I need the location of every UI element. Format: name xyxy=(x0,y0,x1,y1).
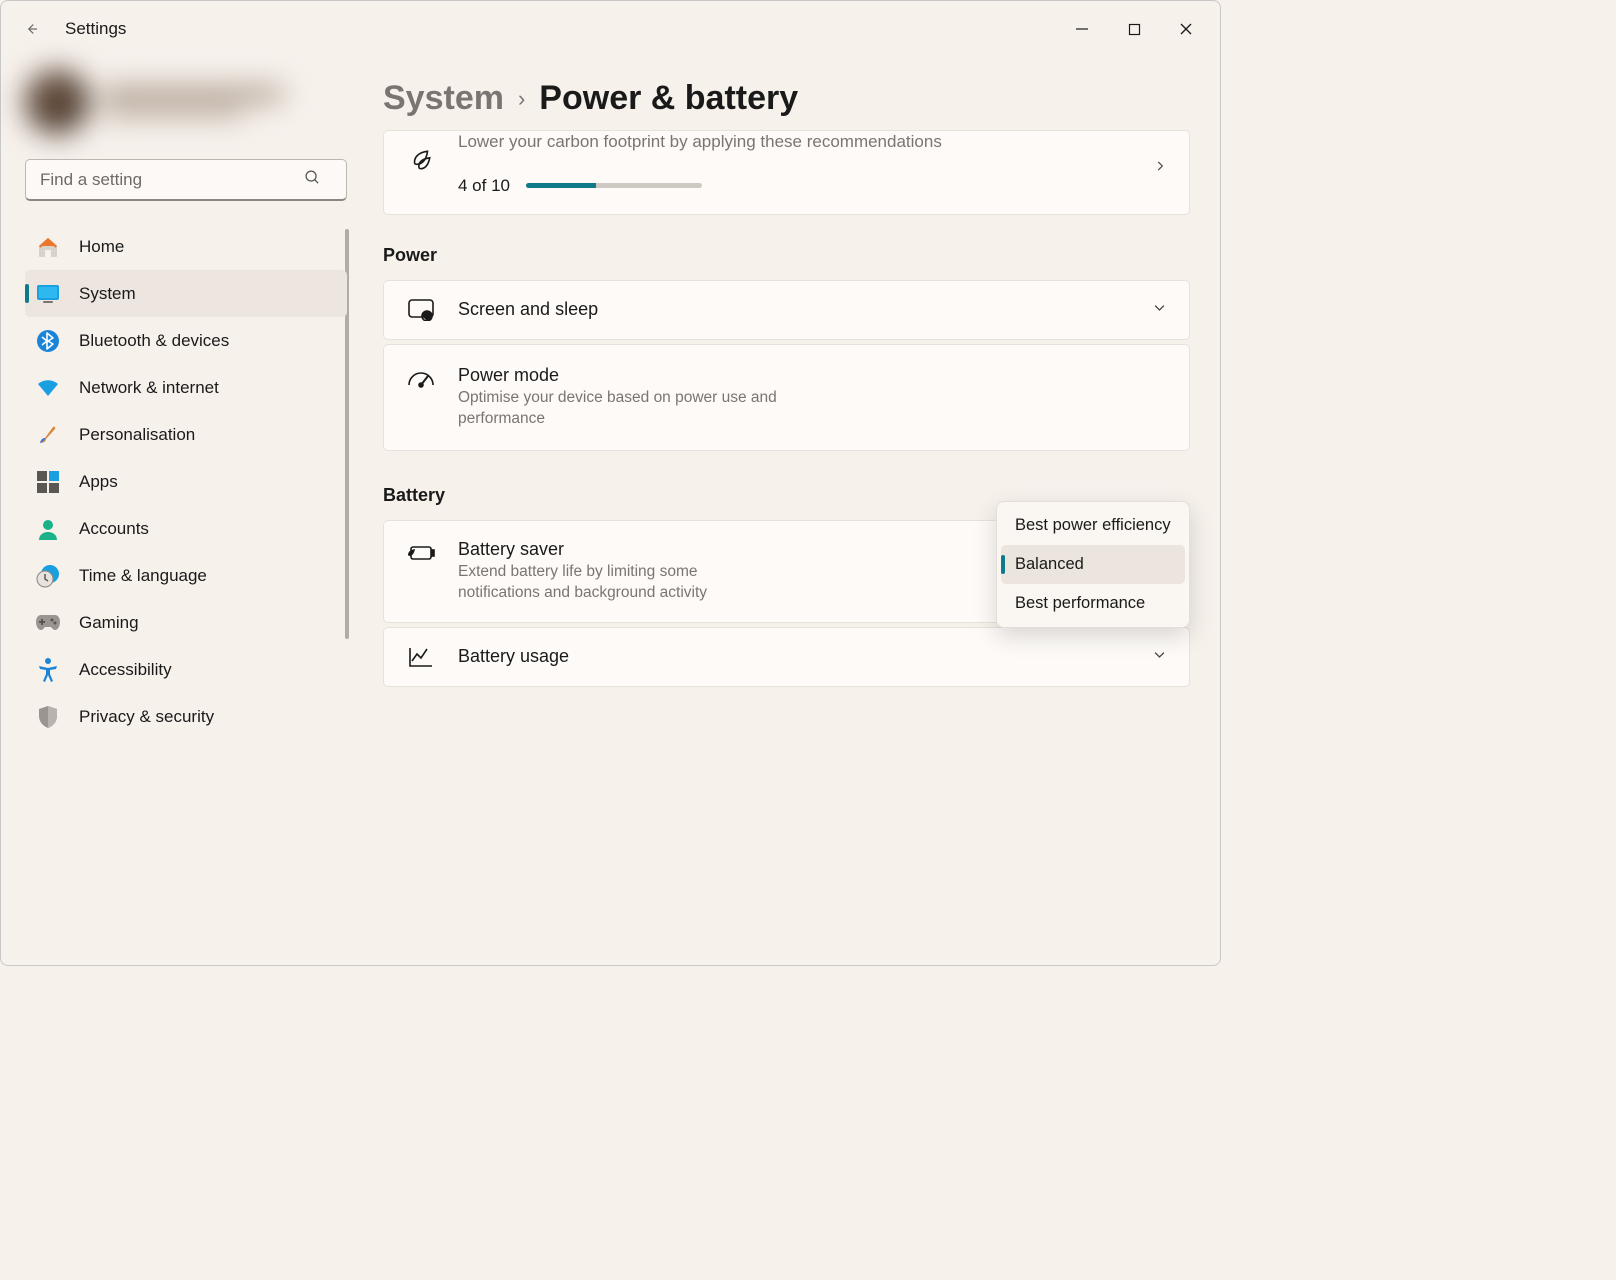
section-power-label: Power xyxy=(383,245,1190,266)
nav-label: Home xyxy=(79,237,124,257)
nav-label: Accounts xyxy=(79,519,149,539)
nav-label: Time & language xyxy=(79,566,207,586)
bluetooth-icon xyxy=(35,328,61,354)
maximize-button[interactable] xyxy=(1108,11,1160,47)
setting-title: Screen and sleep xyxy=(458,299,1130,320)
power-mode-option-performance[interactable]: Best performance xyxy=(1001,584,1185,623)
back-button[interactable] xyxy=(13,11,49,47)
avatar xyxy=(25,70,89,134)
nav-label: Personalisation xyxy=(79,425,195,445)
nav-label: Apps xyxy=(79,472,118,492)
sidebar: Home System Bluetooth & devices Network … xyxy=(1,57,361,965)
search-wrap xyxy=(25,159,347,201)
screen-sleep-row[interactable]: Screen and sleep xyxy=(383,280,1190,340)
system-icon xyxy=(35,281,61,307)
nav-item-system[interactable]: System xyxy=(25,270,347,317)
leaf-icon xyxy=(406,147,436,173)
nav-item-time-language[interactable]: Time & language xyxy=(25,552,347,599)
maximize-icon xyxy=(1128,23,1141,36)
clock-globe-icon xyxy=(35,563,61,589)
minimize-button[interactable] xyxy=(1056,11,1108,47)
page-title: Power & battery xyxy=(539,79,798,118)
eco-progress-label: 4 of 10 xyxy=(458,176,510,196)
gauge-icon xyxy=(406,369,436,389)
nav-item-gaming[interactable]: Gaming xyxy=(25,599,347,646)
content: System › Power & battery Lower your carb… xyxy=(361,57,1220,965)
titlebar: Settings xyxy=(1,1,1220,57)
search-icon xyxy=(304,169,321,191)
setting-title: Power mode xyxy=(458,365,1167,386)
setting-subtitle: Extend battery life by limiting some not… xyxy=(458,562,758,604)
nav-label: Gaming xyxy=(79,613,139,633)
nav-item-home[interactable]: Home xyxy=(25,223,347,270)
wifi-icon xyxy=(35,375,61,401)
gamepad-icon xyxy=(35,610,61,636)
close-button[interactable] xyxy=(1160,11,1212,47)
close-icon xyxy=(1179,22,1193,36)
power-mode-option-balanced[interactable]: Balanced xyxy=(1001,545,1185,584)
eco-progress-bar xyxy=(526,183,702,188)
arrow-left-icon xyxy=(22,20,40,38)
nav-item-network[interactable]: Network & internet xyxy=(25,364,347,411)
battery-usage-row[interactable]: Battery usage xyxy=(383,627,1190,687)
screen-icon xyxy=(406,299,436,321)
minimize-icon xyxy=(1075,22,1089,36)
chevron-down-icon xyxy=(1152,300,1167,320)
power-mode-row[interactable]: Power mode Optimise your device based on… xyxy=(383,344,1190,451)
nav-item-accounts[interactable]: Accounts xyxy=(25,505,347,552)
chevron-right-icon xyxy=(1153,159,1167,178)
nav-label: Network & internet xyxy=(79,378,219,398)
energy-recommendations-card[interactable]: Lower your carbon footprint by applying … xyxy=(383,130,1190,215)
breadcrumb-parent[interactable]: System xyxy=(383,79,504,118)
nav-label: System xyxy=(79,284,136,304)
user-account-block[interactable] xyxy=(25,57,347,147)
power-mode-option-efficiency[interactable]: Best power efficiency xyxy=(1001,506,1185,545)
window-controls xyxy=(1056,11,1212,47)
home-icon xyxy=(35,234,61,260)
eco-text: Lower your carbon footprint by applying … xyxy=(458,131,1131,154)
setting-title: Battery saver xyxy=(458,539,983,560)
battery-leaf-icon xyxy=(406,545,436,563)
nav-item-accessibility[interactable]: Accessibility xyxy=(25,646,347,693)
nav-label: Accessibility xyxy=(79,660,172,680)
paintbrush-icon xyxy=(35,422,61,448)
chevron-right-icon: › xyxy=(518,86,525,112)
nav-item-bluetooth[interactable]: Bluetooth & devices xyxy=(25,317,347,364)
chart-line-icon xyxy=(406,646,436,668)
breadcrumb: System › Power & battery xyxy=(383,79,1190,118)
nav-item-apps[interactable]: Apps xyxy=(25,458,347,505)
apps-icon xyxy=(35,469,61,495)
chevron-down-icon xyxy=(1152,647,1167,667)
nav-label: Bluetooth & devices xyxy=(79,331,229,351)
nav-label: Privacy & security xyxy=(79,707,214,727)
setting-subtitle: Optimise your device based on power use … xyxy=(458,388,778,430)
setting-title: Battery usage xyxy=(458,646,1130,667)
person-icon xyxy=(35,516,61,542)
app-title: Settings xyxy=(65,19,126,39)
accessibility-icon xyxy=(35,657,61,683)
nav-item-privacy[interactable]: Privacy & security xyxy=(25,693,347,740)
power-mode-dropdown: Best power efficiency Balanced Best perf… xyxy=(996,501,1190,628)
nav-item-personalisation[interactable]: Personalisation xyxy=(25,411,347,458)
search-input[interactable] xyxy=(25,159,347,201)
nav: Home System Bluetooth & devices Network … xyxy=(25,223,347,740)
shield-icon xyxy=(35,704,61,730)
